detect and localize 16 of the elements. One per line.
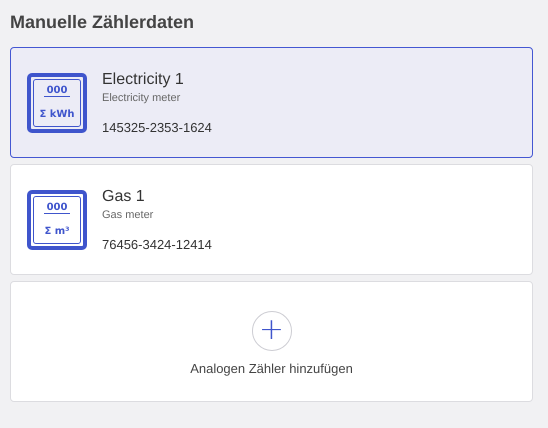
meter-number: 145325-2353-1624 [102,120,212,135]
meter-name: Electricity 1 [102,70,185,90]
meter-card[interactable]: 000 Σ kWh Electricity 1 Electricity meter 145325-2353-1624 [10,47,533,158]
meter-card[interactable]: 000 Σ m³ Gas 1 Gas meter 76456-3424-12414 [10,164,533,275]
meter-type: Electricity meter [102,92,182,104]
add-meter-label: Analogen Zähler hinzufügen [190,361,353,376]
meter-name: Gas 1 [102,187,146,207]
meter-digits: 000 [44,202,70,214]
meter-unit: Σ m³ [44,226,70,237]
meter-type: Gas meter [102,209,154,221]
meter-digits: 000 [44,85,70,98]
meter-number: 76456-3424-12414 [102,237,212,252]
page-title: Manuelle Zählerdaten [10,11,196,34]
add-meter-button[interactable]: + Analogen Zähler hinzufügen [10,281,533,402]
meter-unit: Σ kWh [39,108,75,120]
plus-icon: + [252,311,292,351]
